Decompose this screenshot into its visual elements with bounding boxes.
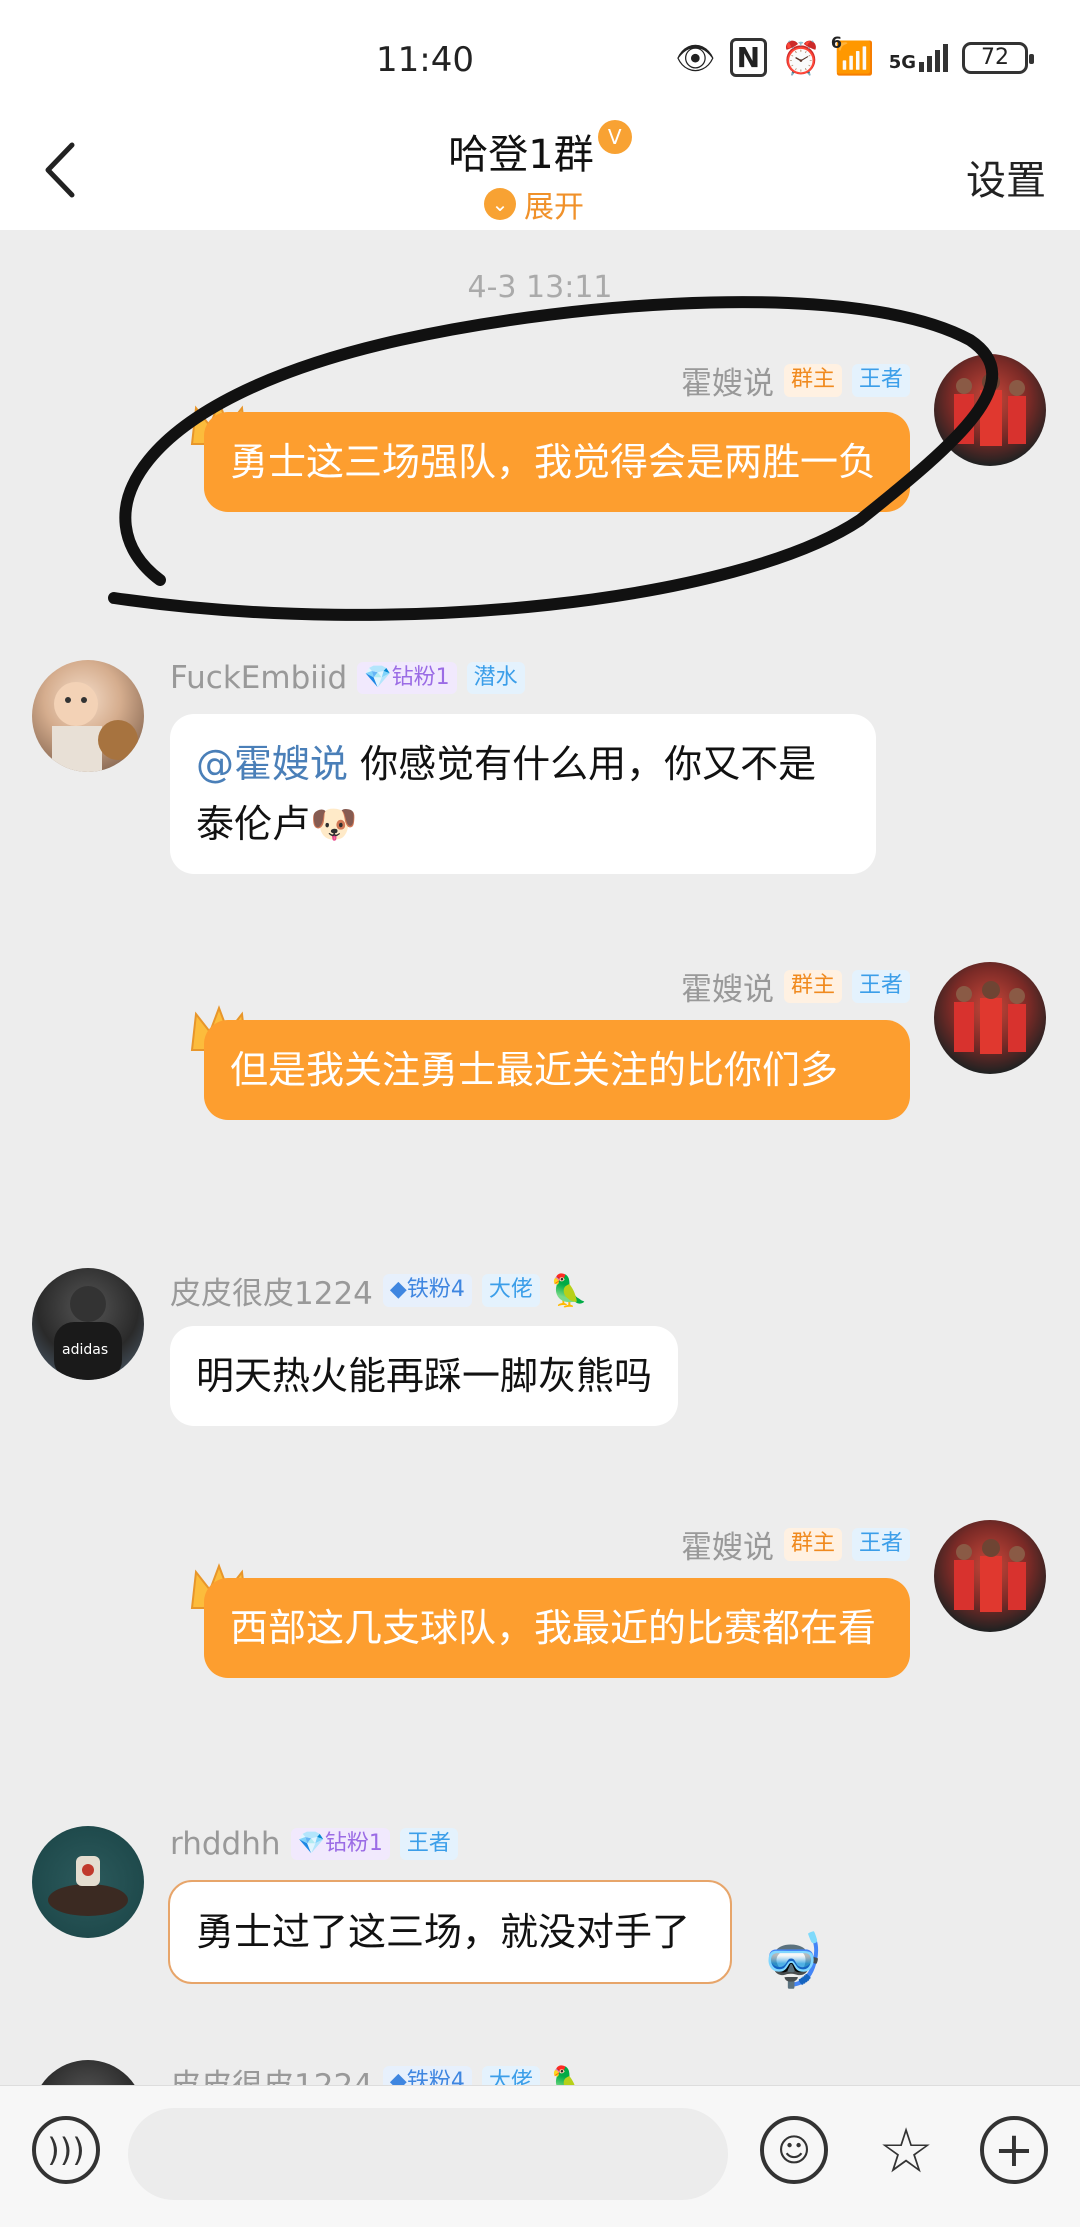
cell-signal-icon: 5G	[888, 43, 948, 73]
message-bubble[interactable]: 明天热火能再踩一脚灰熊吗	[170, 1326, 679, 1426]
message-text: 西部这几支球队，我最近的比赛都在看	[230, 1606, 877, 1650]
status-time: 11:40	[376, 40, 474, 80]
sender-name[interactable]: 霍嫂说	[681, 964, 774, 1009]
expand-button[interactable]: ⌄ 展开	[484, 182, 584, 226]
eye-icon: 👁	[674, 38, 716, 77]
emoji-button[interactable]: ☺	[760, 2116, 828, 2184]
wifi-icon: 📶 6	[830, 32, 875, 77]
more-button[interactable]: +	[980, 2116, 1048, 2184]
alarm-icon: ⏰	[781, 38, 821, 77]
snorkel-decoration-icon: 🤿	[760, 1931, 825, 1991]
mention-link[interactable]: @霍嫂说	[196, 742, 348, 786]
message-text: 但是我关注勇士最近关注的比你们多	[230, 1048, 839, 1092]
avatar[interactable]	[934, 1520, 1046, 1632]
level-tag: 王者	[399, 1827, 458, 1861]
baby-photo-icon	[52, 682, 138, 772]
chevron-down-icon: ⌄	[484, 188, 516, 220]
group-title[interactable]: 哈登1群	[448, 122, 593, 180]
sender-name[interactable]: FuckEmbiid	[170, 660, 347, 696]
fan-level-tag: ◆铁粉4	[382, 1274, 472, 1307]
player-photo-icon	[954, 1539, 1026, 1612]
sender-name[interactable]: rhddhh	[170, 1826, 281, 1862]
sender-meta: 皮皮很皮1224 ◆铁粉4 大佬 🦜	[170, 1268, 588, 1313]
owner-tag: 群主	[783, 1528, 842, 1561]
fan-level-label: 钻粉1	[324, 1830, 383, 1856]
battery-icon: 72	[962, 41, 1034, 74]
network-label: 5G	[888, 51, 916, 73]
message-bubble[interactable]: 但是我关注勇士最近关注的比你们多	[204, 1020, 910, 1120]
chat-header: 哈登1群 V ⌄ 展开 设置	[0, 120, 1080, 230]
sticker-button[interactable]: ☆	[872, 2113, 940, 2187]
status-bar: 11:40 👁 N ⏰ 📶 6 5G 72	[0, 0, 1080, 120]
sender-name[interactable]: 皮皮很皮1224	[170, 1268, 373, 1313]
wifi-badge: 6	[830, 32, 842, 52]
plus-icon: +	[993, 2122, 1035, 2178]
sender-meta: 霍嫂说 群主 王者	[681, 964, 910, 1009]
hand-drawn-circle-annotation	[108, 296, 999, 621]
player-photo-icon	[954, 981, 1026, 1054]
sender-meta: FuckEmbiid 💎钻粉1 潜水	[170, 660, 525, 696]
svg-text:adidas: adidas	[62, 1342, 108, 1358]
avatar[interactable]	[934, 962, 1046, 1074]
message-input[interactable]	[128, 2108, 728, 2200]
doge-emoji-icon: 🐶	[310, 802, 358, 846]
avatar[interactable]: adidas	[32, 1268, 144, 1380]
level-tag: 王者	[851, 970, 910, 1003]
message-bubble[interactable]: @霍嫂说 你感觉有什么用，你又不是泰伦卢🐶	[170, 714, 876, 874]
toy-figure-photo-icon	[48, 1856, 128, 1916]
expand-label: 展开	[524, 190, 584, 225]
parrot-badge-icon: 🦜	[549, 1273, 589, 1309]
message-text: 勇士过了这三场，就没对手了	[196, 1910, 691, 1954]
title-area: 哈登1群 V	[0, 120, 1080, 180]
fan-level-tag: 💎钻粉1	[290, 1827, 390, 1861]
sound-wave-icon: )))	[47, 2131, 85, 2169]
nfc-icon: N	[729, 38, 767, 77]
sender-meta: rhddhh 💎钻粉1 王者	[170, 1826, 458, 1862]
battery-level: 72	[981, 45, 1009, 70]
fan-level-label: 钻粉1	[391, 664, 450, 690]
message-bubble[interactable]: 西部这几支球队，我最近的比赛都在看	[204, 1578, 910, 1678]
avatar[interactable]	[32, 1826, 144, 1938]
message-bubble[interactable]: 勇士过了这三场，就没对手了	[168, 1880, 733, 1984]
level-tag: 王者	[851, 1528, 910, 1561]
settings-button[interactable]: 设置	[966, 148, 1046, 206]
input-bar: ))) ☺ ☆ +	[0, 2085, 1080, 2227]
owner-tag: 群主	[783, 970, 842, 1003]
sender-meta: 霍嫂说 群主 王者	[681, 1522, 910, 1567]
voice-button[interactable]: )))	[32, 2116, 100, 2184]
avatar[interactable]	[32, 660, 144, 772]
status-icons: 👁 N ⏰ 📶 6 5G 72	[674, 32, 1034, 77]
message-text: 明天热火能再踩一脚灰熊吗	[196, 1354, 653, 1398]
status-tag: 潜水	[466, 661, 525, 695]
sender-name[interactable]: 霍嫂说	[681, 1522, 774, 1567]
fan-level-label: 铁粉4	[406, 1277, 465, 1303]
adidas-hoodie-photo-icon: adidas	[54, 1286, 122, 1380]
verified-badge-icon: V	[597, 120, 632, 154]
smiley-icon: ☺	[777, 2131, 811, 2169]
star-face-icon: ☆	[878, 2113, 934, 2187]
fan-level-tag: 💎钻粉1	[357, 661, 457, 695]
title-tag: 大佬	[481, 1274, 540, 1307]
